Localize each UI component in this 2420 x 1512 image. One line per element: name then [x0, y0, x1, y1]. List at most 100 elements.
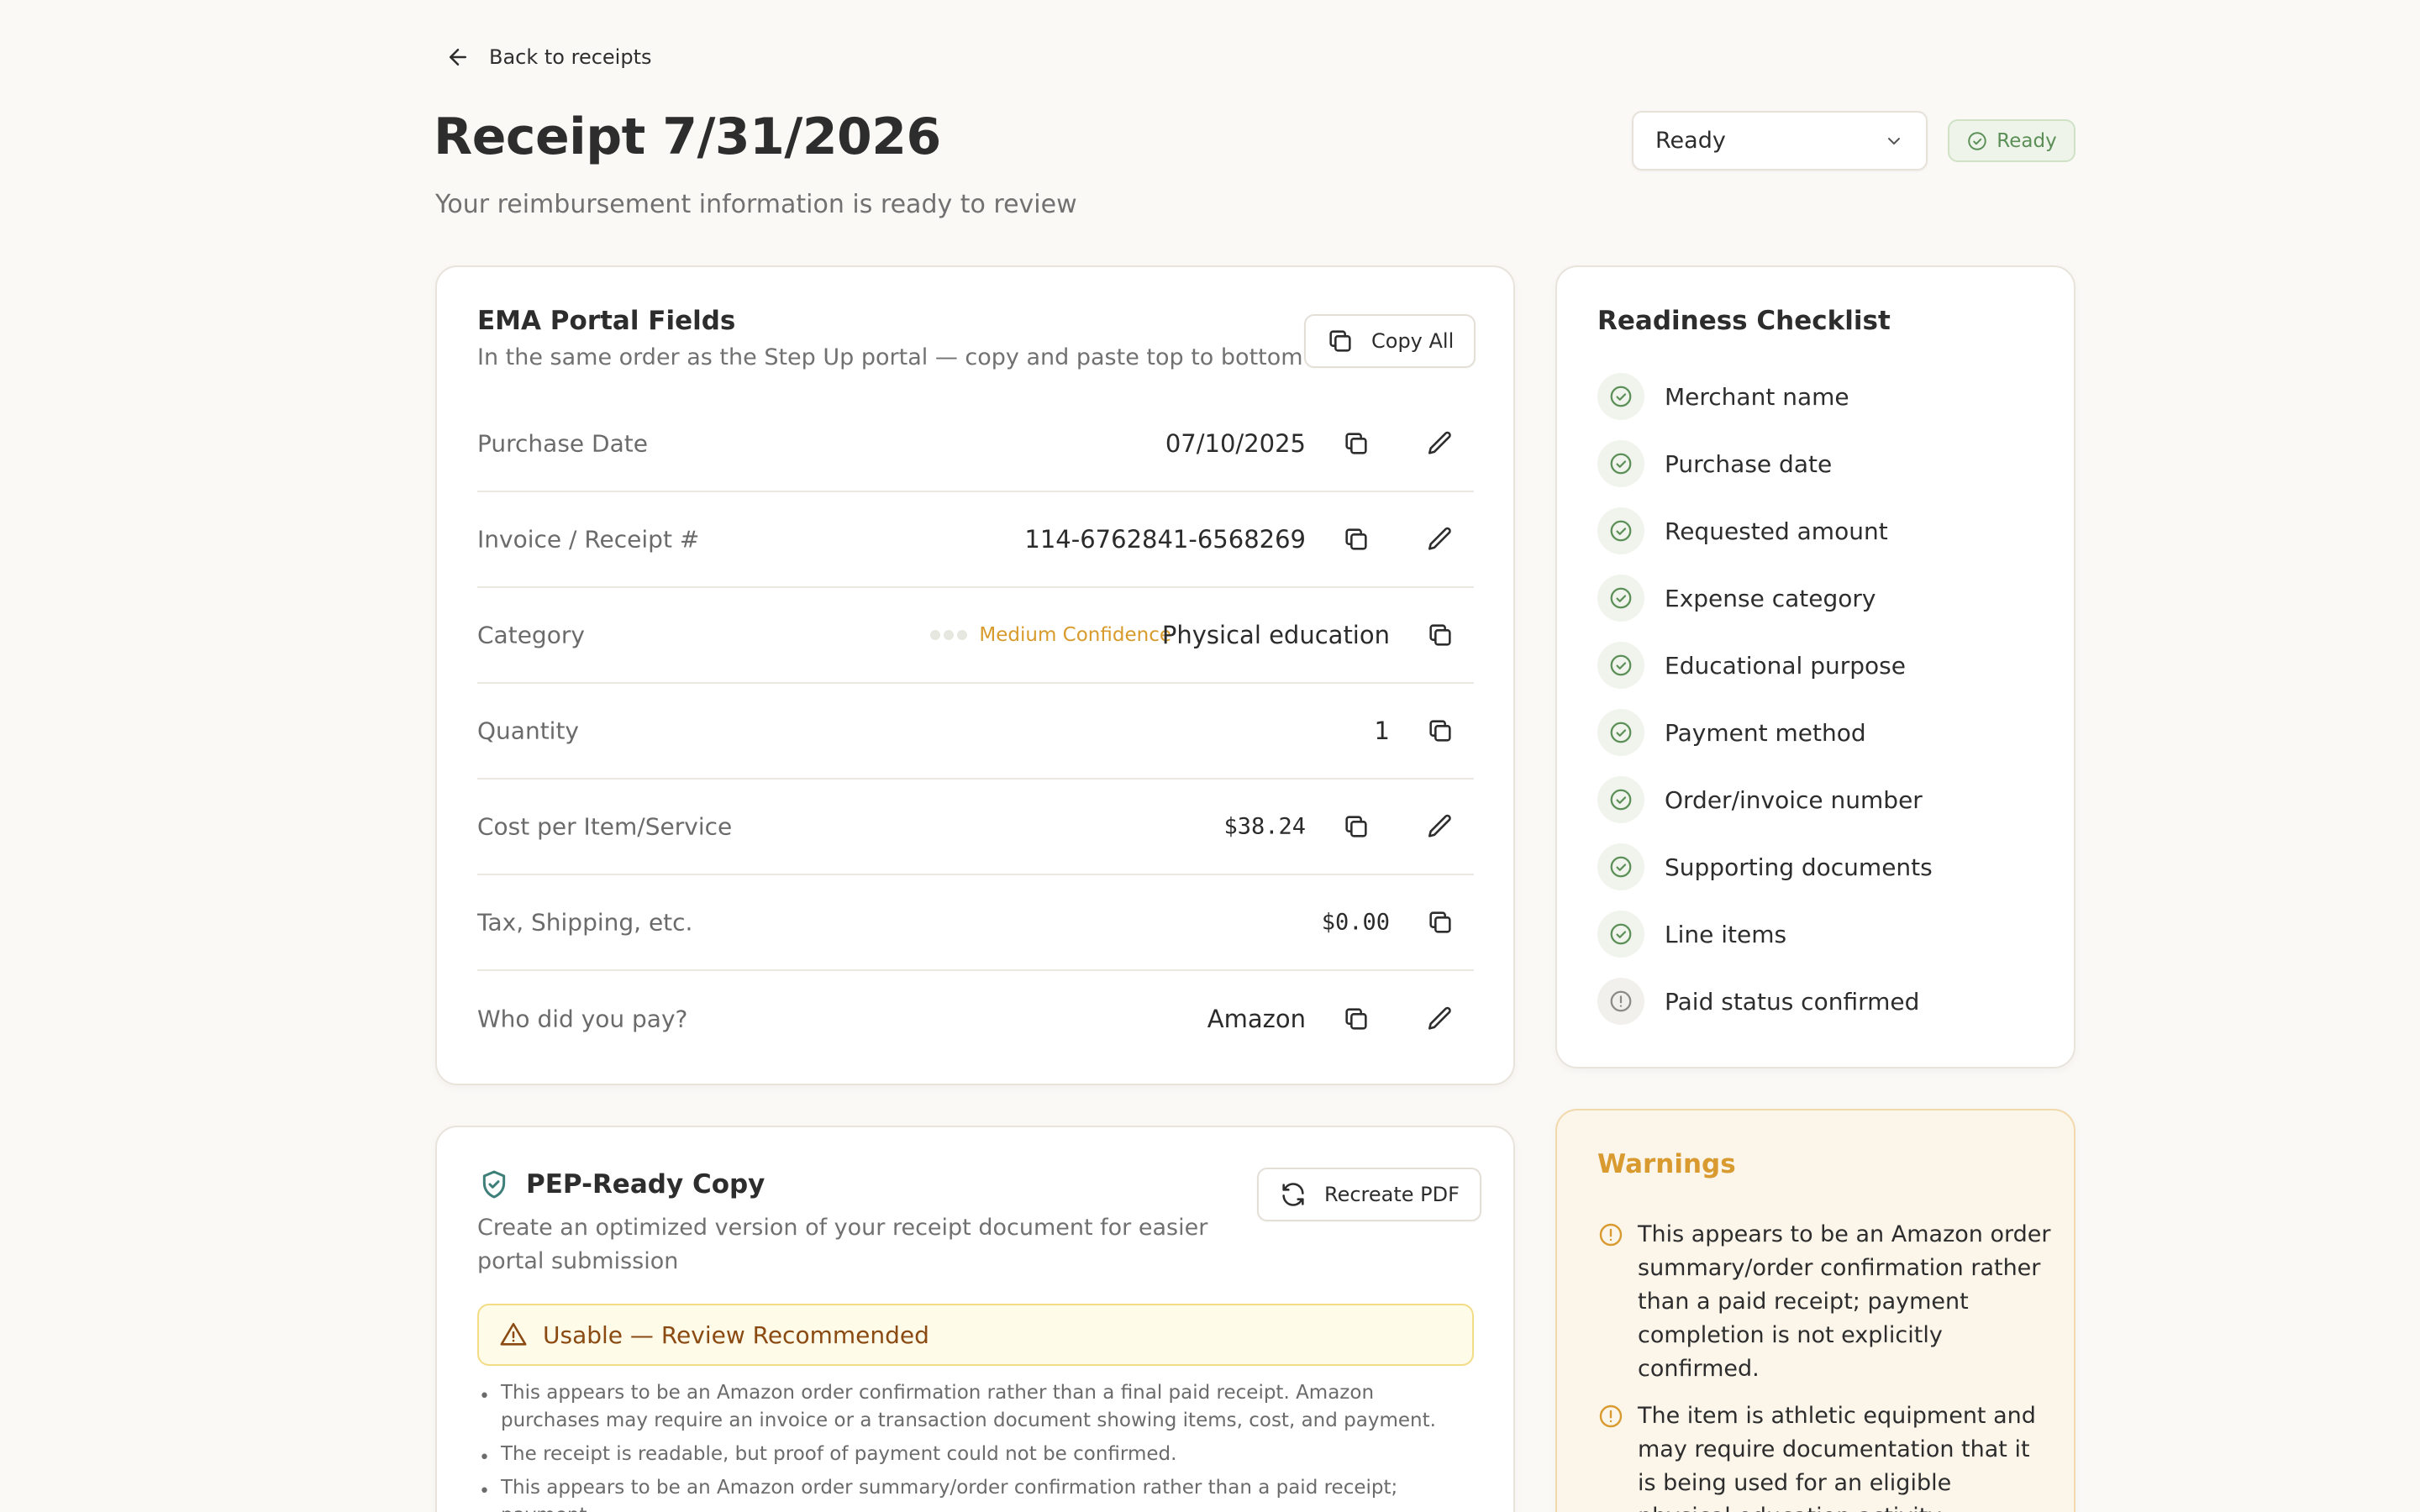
copy-icon[interactable] [1338, 1000, 1375, 1037]
status-select-value: Ready [1655, 128, 1726, 154]
checklist-title: Readiness Checklist [1597, 306, 1891, 336]
status-badge-label: Ready [1996, 129, 2057, 152]
field-row-category: Category Medium Confidence Physical educ… [477, 588, 1474, 684]
page-title: Receipt 7/31/2026 [434, 108, 941, 166]
copy-all-label: Copy All [1371, 329, 1455, 353]
fields-card-subtitle: In the same order as the Step Up portal … [477, 344, 1303, 370]
copy-icon[interactable] [1422, 712, 1459, 749]
pep-subtitle: Create an optimized version of your rece… [477, 1215, 1208, 1274]
copy-icon[interactable] [1422, 617, 1459, 654]
confidence-indicator: Medium Confidence [930, 624, 1171, 646]
alert-circle-icon [1597, 978, 1644, 1025]
checklist-item-label: Line items [1665, 920, 1787, 948]
checklist-item: Order/invoice number [1597, 776, 1923, 827]
list-item: This appears to be an Amazon order summa… [477, 1474, 1474, 1512]
back-to-receipts-link[interactable]: Back to receipts [445, 40, 652, 74]
usable-review-banner: Usable — Review Recommended [477, 1304, 1474, 1366]
copy-all-button[interactable]: Copy All [1304, 314, 1476, 368]
checklist-item-label: Paid status confirmed [1665, 987, 1920, 1016]
check-circle-icon [1966, 130, 1988, 152]
copy-icon [1326, 327, 1355, 355]
pep-ready-copy-card: PEP-Ready Copy Create an optimized versi… [435, 1126, 1515, 1512]
back-link-label: Back to receipts [489, 45, 652, 69]
field-row-cost-per-item: Cost per Item/Service $38.24 [477, 780, 1474, 875]
ema-portal-fields-card: EMA Portal Fields In the same order as t… [435, 265, 1515, 1085]
field-value: Amazon [1207, 1005, 1306, 1033]
warning-text: This appears to be an Amazon order summa… [1638, 1221, 2051, 1382]
warning-item: This appears to be an Amazon order summa… [1597, 1218, 2051, 1386]
checklist-item: Line items [1597, 911, 1787, 961]
field-value: 07/10/2025 [1165, 429, 1306, 458]
page-subtitle: Your reimbursement information is ready … [435, 190, 1077, 219]
checklist-item-label: Requested amount [1665, 517, 1888, 545]
alert-circle-icon [1597, 1218, 1624, 1386]
field-value: Physical education [1161, 621, 1390, 649]
check-circle-icon [1597, 642, 1644, 689]
field-row-payee: Who did you pay? Amazon [477, 971, 1474, 1067]
pencil-icon[interactable] [1422, 521, 1459, 558]
field-label: Who did you pay? [477, 1005, 688, 1033]
checklist-item: Payment method [1597, 709, 1866, 759]
field-row-purchase-date: Purchase Date 07/10/2025 [477, 396, 1474, 492]
field-row-quantity: Quantity 1 [477, 684, 1474, 780]
check-circle-icon [1597, 373, 1644, 420]
copy-icon[interactable] [1338, 808, 1375, 845]
warnings-card: Warnings This appears to be an Amazon or… [1555, 1109, 2075, 1512]
pencil-icon[interactable] [1422, 425, 1459, 462]
checklist-item: Paid status confirmed [1597, 978, 1920, 1028]
warnings-title: Warnings [1597, 1149, 1736, 1179]
checklist-item-label: Supporting documents [1665, 853, 1933, 881]
confidence-label: Medium Confidence [979, 624, 1171, 646]
field-label: Tax, Shipping, etc. [477, 908, 693, 937]
checklist-item-label: Expense category [1665, 584, 1876, 612]
alert-circle-icon [1597, 1399, 1624, 1512]
confidence-dots-icon [930, 630, 968, 640]
pencil-icon[interactable] [1422, 808, 1459, 845]
checklist-item-label: Order/invoice number [1665, 785, 1923, 814]
recreate-pdf-button[interactable]: Recreate PDF [1257, 1168, 1481, 1221]
pencil-icon[interactable] [1422, 1000, 1459, 1037]
checklist-item-label: Purchase date [1665, 449, 1833, 478]
checklist-item: Purchase date [1597, 440, 1833, 491]
checklist-item: Requested amount [1597, 507, 1888, 558]
pep-header: PEP-Ready Copy [477, 1168, 765, 1201]
checklist-item-label: Educational purpose [1665, 651, 1906, 680]
checklist-item: Supporting documents [1597, 843, 1933, 894]
field-label: Cost per Item/Service [477, 812, 733, 841]
pep-title: PEP-Ready Copy [526, 1169, 765, 1200]
check-circle-icon [1597, 911, 1644, 958]
pep-notes-list: This appears to be an Amazon order confi… [477, 1379, 1474, 1512]
field-label: Quantity [477, 717, 579, 745]
warning-item: The item is athletic equipment and may r… [1597, 1399, 2051, 1512]
field-row-tax-shipping: Tax, Shipping, etc. $0.00 [477, 875, 1474, 971]
warning-text: The item is athletic equipment and may r… [1638, 1403, 2036, 1512]
recreate-pdf-label: Recreate PDF [1324, 1183, 1460, 1206]
field-row-invoice-number: Invoice / Receipt # 114-6762841-6568269 [477, 492, 1474, 588]
arrow-left-icon [445, 45, 471, 70]
copy-icon[interactable] [1338, 425, 1375, 462]
warnings-list: This appears to be an Amazon order summa… [1597, 1218, 2051, 1512]
status-select[interactable]: Ready [1632, 111, 1928, 171]
list-item: The receipt is readable, but proof of pa… [477, 1441, 1474, 1472]
field-label: Invoice / Receipt # [477, 525, 700, 554]
fields-card-title: EMA Portal Fields [477, 306, 736, 336]
field-value: $0.00 [1321, 909, 1390, 936]
readiness-checklist-card: Readiness Checklist Merchant name Purchas… [1555, 265, 2075, 1068]
status-badge: Ready [1948, 119, 2075, 162]
field-label: Category [477, 621, 585, 649]
copy-icon[interactable] [1338, 521, 1375, 558]
chevron-down-icon [1884, 131, 1904, 151]
checklist-item-label: Merchant name [1665, 382, 1849, 411]
refresh-icon [1279, 1180, 1307, 1209]
check-circle-icon [1597, 575, 1644, 622]
checklist-item-label: Payment method [1665, 718, 1866, 747]
checklist-item: Educational purpose [1597, 642, 1906, 692]
check-circle-icon [1597, 507, 1644, 554]
check-circle-icon [1597, 843, 1644, 890]
copy-icon[interactable] [1422, 904, 1459, 941]
shield-check-icon [477, 1168, 511, 1201]
check-circle-icon [1597, 709, 1644, 756]
field-value: 114-6762841-6568269 [1024, 525, 1306, 554]
usable-banner-label: Usable — Review Recommended [543, 1320, 929, 1349]
check-circle-icon [1597, 776, 1644, 823]
